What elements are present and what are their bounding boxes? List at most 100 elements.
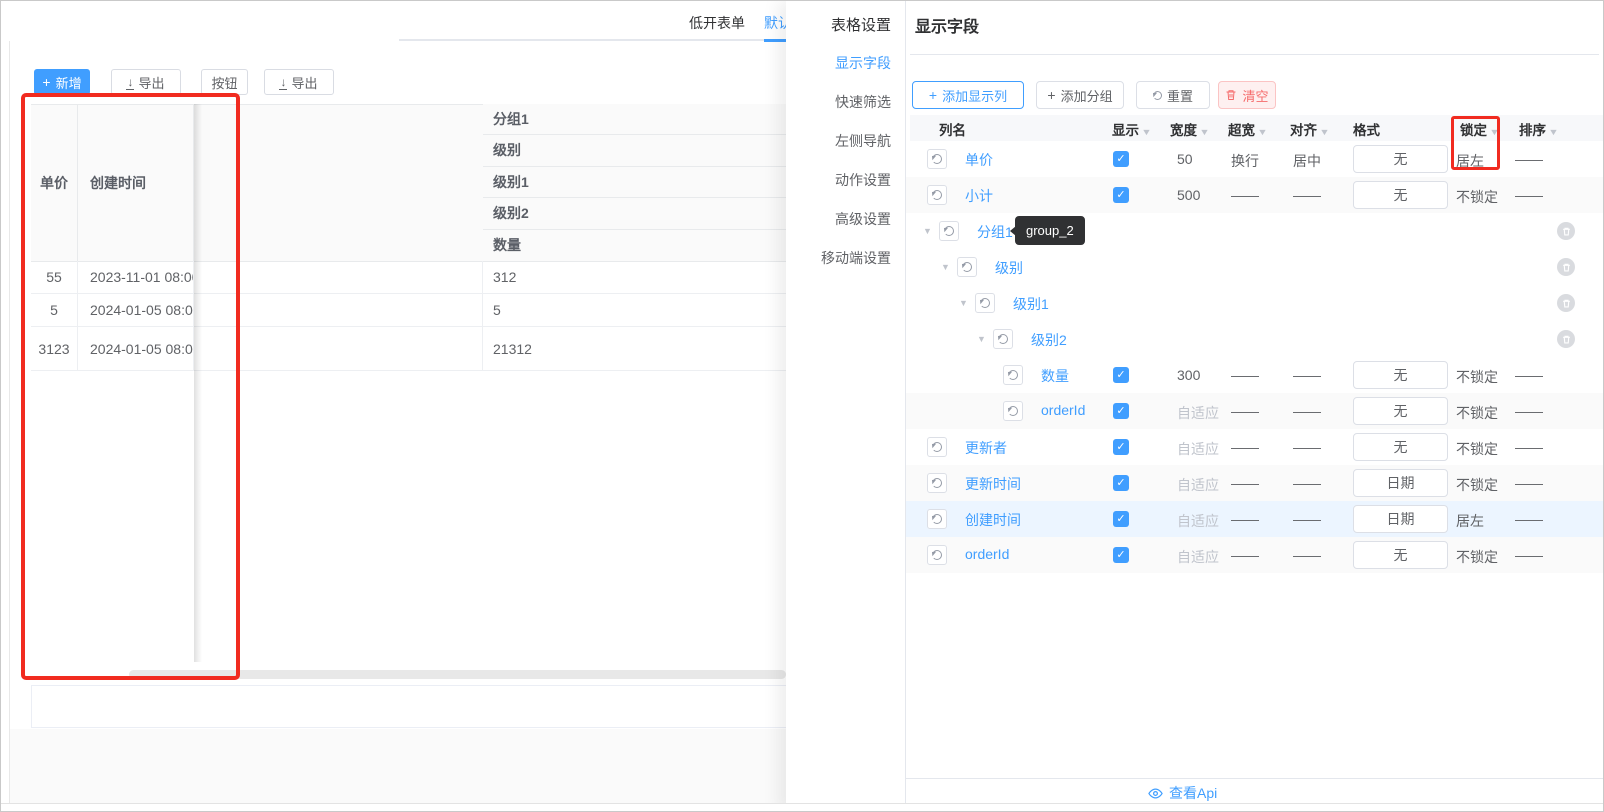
refresh-icon-button[interactable] xyxy=(927,509,947,529)
show-checkbox[interactable]: ✓ xyxy=(1113,511,1129,527)
clear-button[interactable]: 清空 xyxy=(1218,81,1276,109)
lock-value[interactable]: 不锁定 xyxy=(1456,403,1498,423)
field-name-link[interactable]: 分组1 xyxy=(977,222,1013,242)
col-header-sort[interactable]: 排序 ▼ xyxy=(1519,119,1559,139)
field-name-link[interactable]: 更新时间 xyxy=(965,474,1021,494)
show-checkbox[interactable]: ✓ xyxy=(1113,367,1129,383)
settings-nav-item-3[interactable]: 动作设置 xyxy=(835,170,891,190)
show-checkbox[interactable]: ✓ xyxy=(1113,475,1129,491)
sort-value[interactable]: —— xyxy=(1515,367,1543,383)
sort-value[interactable]: —— xyxy=(1515,547,1543,563)
show-checkbox[interactable]: ✓ xyxy=(1113,187,1129,203)
col-header-lock[interactable]: 锁定 ▼ xyxy=(1460,119,1500,139)
export-button-2[interactable]: ↓ 导出 xyxy=(264,69,334,95)
overflow-value[interactable]: —— xyxy=(1231,187,1259,203)
refresh-icon-button[interactable] xyxy=(957,257,977,277)
col-header-overflow[interactable]: 超宽 ▼ xyxy=(1228,119,1268,139)
delete-button[interactable] xyxy=(1557,330,1575,348)
delete-button[interactable] xyxy=(1557,258,1575,276)
settings-nav-item-0[interactable]: 显示字段 xyxy=(835,53,891,73)
sort-value[interactable]: —— xyxy=(1515,151,1543,167)
refresh-icon-button[interactable] xyxy=(927,149,947,169)
show-checkbox[interactable]: ✓ xyxy=(1113,403,1129,419)
format-select[interactable]: 无 xyxy=(1353,361,1448,389)
refresh-icon-button[interactable] xyxy=(927,545,947,565)
add-button[interactable]: + 新增 xyxy=(34,69,90,95)
custom-button[interactable]: 按钮 xyxy=(201,69,248,95)
field-name-link[interactable]: 更新者 xyxy=(965,438,1007,458)
add-display-column-button[interactable]: + 添加显示列 xyxy=(912,81,1024,109)
field-name-link[interactable]: 创建时间 xyxy=(965,510,1021,530)
expand-caret-icon[interactable]: ▼ xyxy=(977,334,986,344)
col-header-show[interactable]: 显示 ▼ xyxy=(1112,119,1152,139)
format-select[interactable]: 无 xyxy=(1353,433,1448,461)
width-value[interactable]: 自适应 xyxy=(1177,511,1219,531)
field-name-link[interactable]: 单价 xyxy=(965,150,993,170)
tab-low-open-form[interactable]: 低开表单 xyxy=(689,12,745,34)
settings-nav-item-4[interactable]: 高级设置 xyxy=(835,209,891,229)
export-button-1[interactable]: ↓ 导出 xyxy=(111,69,181,95)
overflow-value[interactable]: —— xyxy=(1231,403,1259,419)
overflow-value[interactable]: —— xyxy=(1231,547,1259,563)
lock-value[interactable]: 不锁定 xyxy=(1456,475,1498,495)
field-name-link[interactable]: orderId xyxy=(1041,402,1085,418)
delete-button[interactable] xyxy=(1557,222,1575,240)
width-value[interactable]: 50 xyxy=(1177,151,1193,167)
reset-button[interactable]: 重置 xyxy=(1136,81,1210,109)
delete-button[interactable] xyxy=(1557,294,1575,312)
expand-caret-icon[interactable]: ▼ xyxy=(959,298,968,308)
width-value[interactable]: 自适应 xyxy=(1177,403,1219,423)
sort-value[interactable]: —— xyxy=(1515,511,1543,527)
align-value[interactable]: —— xyxy=(1293,367,1321,383)
column-header-price[interactable]: 单价 xyxy=(31,104,78,261)
align-value[interactable]: 居中 xyxy=(1293,151,1321,171)
col-header-align[interactable]: 对齐 ▼ xyxy=(1290,119,1330,139)
field-name-link[interactable]: orderId xyxy=(965,546,1009,562)
width-value[interactable]: 300 xyxy=(1177,367,1200,383)
sort-value[interactable]: —— xyxy=(1515,475,1543,491)
col-header-width[interactable]: 宽度 ▼ xyxy=(1170,119,1210,139)
refresh-icon-button[interactable] xyxy=(975,293,995,313)
align-value[interactable]: —— xyxy=(1293,547,1321,563)
show-checkbox[interactable]: ✓ xyxy=(1113,547,1129,563)
horizontal-scrollbar[interactable] xyxy=(129,670,786,679)
field-name-link[interactable]: 级别 xyxy=(995,258,1023,278)
lock-value[interactable]: 不锁定 xyxy=(1456,439,1498,459)
column-header-created[interactable]: 创建时间 xyxy=(78,104,194,261)
field-name-link[interactable]: 级别2 xyxy=(1031,330,1067,350)
align-value[interactable]: —— xyxy=(1293,475,1321,491)
field-name-link[interactable]: 小计 xyxy=(965,186,993,206)
align-value[interactable]: —— xyxy=(1293,403,1321,419)
overflow-value[interactable]: —— xyxy=(1231,367,1259,383)
field-name-link[interactable]: 数量 xyxy=(1041,366,1069,386)
lock-value[interactable]: 居左 xyxy=(1456,511,1484,531)
overflow-value[interactable]: —— xyxy=(1231,511,1259,527)
sort-value[interactable]: —— xyxy=(1515,403,1543,419)
align-value[interactable]: —— xyxy=(1293,511,1321,527)
refresh-icon-button[interactable] xyxy=(993,329,1013,349)
format-select[interactable]: 无 xyxy=(1353,145,1448,173)
lock-value[interactable]: 不锁定 xyxy=(1456,187,1498,207)
align-value[interactable]: —— xyxy=(1293,187,1321,203)
add-group-button[interactable]: + 添加分组 xyxy=(1036,81,1124,109)
format-select[interactable]: 日期 xyxy=(1353,469,1448,497)
show-checkbox[interactable]: ✓ xyxy=(1113,439,1129,455)
settings-nav-item-1[interactable]: 快速筛选 xyxy=(835,92,891,112)
view-api-link[interactable]: 查看Api xyxy=(1148,783,1217,803)
field-name-link[interactable]: 级别1 xyxy=(1013,294,1049,314)
lock-value[interactable]: 不锁定 xyxy=(1456,367,1498,387)
settings-nav-item-5[interactable]: 移动端设置 xyxy=(821,248,891,268)
sort-value[interactable]: —— xyxy=(1515,439,1543,455)
format-select[interactable]: 无 xyxy=(1353,181,1448,209)
expand-caret-icon[interactable]: ▼ xyxy=(941,262,950,272)
refresh-icon-button[interactable] xyxy=(939,221,959,241)
format-select[interactable]: 无 xyxy=(1353,541,1448,569)
lock-value[interactable]: 不锁定 xyxy=(1456,547,1498,567)
overflow-value[interactable]: —— xyxy=(1231,475,1259,491)
refresh-icon-button[interactable] xyxy=(927,473,947,493)
width-value[interactable]: 自适应 xyxy=(1177,547,1219,567)
format-select[interactable]: 无 xyxy=(1353,397,1448,425)
show-checkbox[interactable]: ✓ xyxy=(1113,151,1129,167)
overflow-value[interactable]: 换行 xyxy=(1231,151,1259,171)
refresh-icon-button[interactable] xyxy=(1003,365,1023,385)
